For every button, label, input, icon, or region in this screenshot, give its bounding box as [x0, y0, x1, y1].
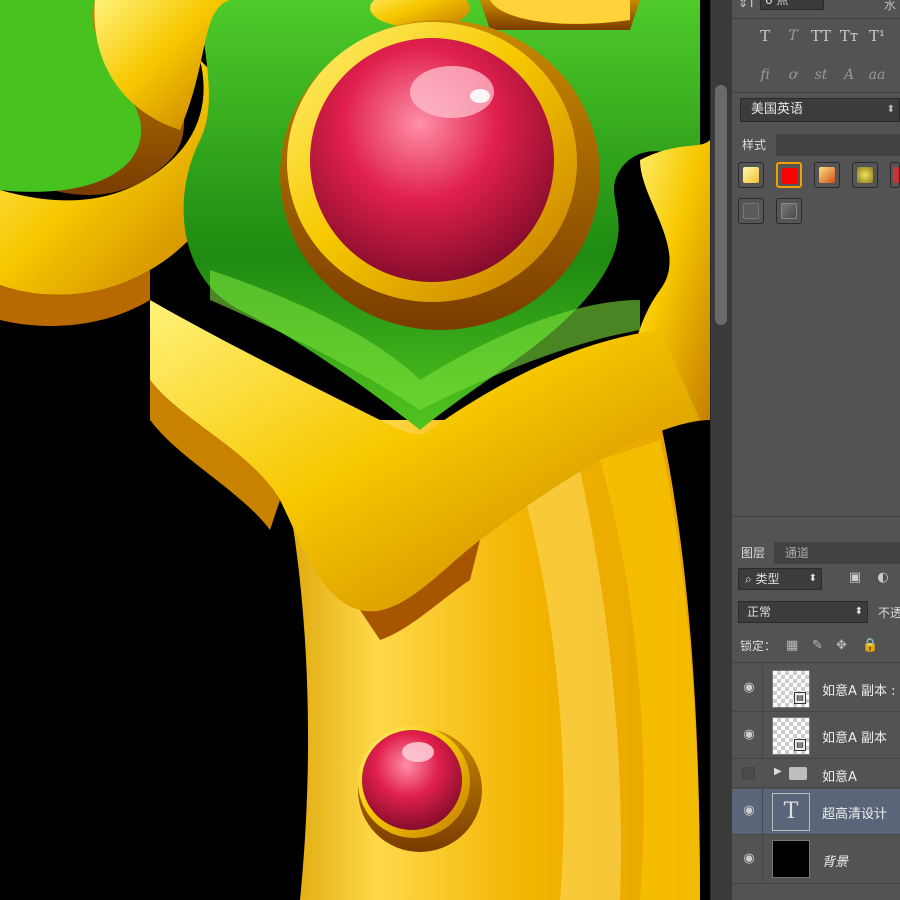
- smart-object-icon: ▤: [794, 739, 806, 751]
- divider: [732, 516, 900, 517]
- layer-name[interactable]: 背景: [822, 851, 848, 870]
- layer-filter-select[interactable]: ⌕ 类型 ⬍: [738, 568, 822, 590]
- opentype-buttons: ﬁ ơ st A aa: [754, 64, 888, 86]
- tab-styles[interactable]: 样式: [732, 134, 777, 156]
- layer-row[interactable]: ◉ ▤ 如意A 副本 :: [732, 666, 900, 712]
- ordinals-button[interactable]: aa: [866, 64, 888, 86]
- all-caps-button[interactable]: TT: [810, 25, 832, 47]
- visibility-toggle[interactable]: [742, 767, 755, 780]
- style-swatch-3[interactable]: [814, 162, 840, 188]
- adjustment-filter-icon[interactable]: ◐: [874, 570, 892, 588]
- layer-name[interactable]: 如意A 副本: [822, 727, 887, 746]
- blend-mode-value: 正常: [747, 605, 772, 619]
- titling-button[interactable]: A: [838, 64, 860, 86]
- layers-panel-tabbar: 图层 通道: [732, 542, 900, 564]
- lock-transparent-icon[interactable]: ▦: [786, 638, 798, 653]
- font-size-input[interactable]: 6 点: [760, 0, 824, 10]
- style-swatch-1[interactable]: [738, 162, 764, 188]
- style-swatch-4[interactable]: [852, 162, 878, 188]
- tab-channels[interactable]: 通道: [776, 542, 818, 564]
- language-select[interactable]: 美国英语 ⬍: [740, 98, 900, 122]
- document-canvas[interactable]: [0, 0, 710, 900]
- filter-value: ⌕ 类型: [745, 572, 780, 586]
- eye-icon[interactable]: ◉: [740, 803, 758, 819]
- lock-pixels-icon[interactable]: ✎: [812, 638, 823, 653]
- divider: [732, 92, 900, 93]
- scrollbar-thumb[interactable]: [715, 85, 727, 325]
- divider: [762, 836, 763, 883]
- style-swatch-5[interactable]: [890, 162, 900, 188]
- divider: [762, 666, 763, 711]
- divider: [732, 662, 900, 663]
- eye-icon[interactable]: ◉: [740, 851, 758, 867]
- layer-group-row[interactable]: ▶ 如意A: [732, 760, 900, 788]
- ruyi-artwork: [0, 0, 710, 900]
- select-arrows-icon: ⬍: [886, 104, 895, 115]
- eye-icon[interactable]: ◉: [740, 680, 758, 696]
- image-filter-icon[interactable]: ▣: [846, 570, 864, 588]
- layer-row-selected[interactable]: ◉ T 超高清设计: [732, 789, 900, 835]
- lock-all-icon[interactable]: 🔒: [862, 638, 878, 653]
- lock-label: 锁定：: [740, 639, 777, 653]
- layer-row[interactable]: ◉ 背景: [732, 836, 900, 884]
- small-caps-button[interactable]: Tт: [838, 25, 860, 47]
- divider: [762, 789, 763, 834]
- eye-icon[interactable]: ◉: [740, 727, 758, 743]
- lock-position-icon[interactable]: ✥: [836, 638, 847, 653]
- blend-mode-select[interactable]: 正常 ⬍: [738, 601, 868, 623]
- text-layer-thumbnail: T: [772, 793, 810, 831]
- select-arrows-icon: ⬍: [854, 606, 863, 617]
- divider: [762, 713, 763, 758]
- smart-object-icon: ▤: [794, 692, 806, 704]
- layer-name[interactable]: 超高清设计: [822, 803, 887, 822]
- folder-icon: [789, 767, 807, 780]
- faux-italic-button[interactable]: T: [782, 25, 804, 47]
- style-swatch-2[interactable]: [776, 162, 802, 188]
- layer-row[interactable]: ◉ ▤ 如意A 副本: [732, 713, 900, 759]
- expand-triangle-icon[interactable]: ▶: [774, 766, 782, 777]
- tab-layers[interactable]: 图层: [732, 542, 775, 564]
- type-style-buttons: T T TT Tт T¹: [754, 25, 888, 47]
- font-size-icon: ⇕T: [738, 0, 756, 10]
- layer-thumbnail: [772, 840, 810, 878]
- faux-bold-button[interactable]: T: [754, 25, 776, 47]
- styles-panel-tabbar: 样式: [732, 134, 900, 156]
- opacity-label: 不透: [878, 606, 900, 620]
- select-arrows-icon: ⬍: [808, 573, 817, 584]
- style-swatch-6[interactable]: [738, 198, 764, 224]
- right-panels: ⇕T 6 点 水 T T TT Tт T¹ ﬁ ơ st A aa 美国英语 ⬍…: [732, 0, 900, 900]
- ligatures-button[interactable]: ﬁ: [754, 64, 776, 86]
- old-style-button[interactable]: ơ: [782, 64, 804, 86]
- superscript-button[interactable]: T¹: [866, 25, 888, 47]
- stylistic-button[interactable]: st: [810, 64, 832, 86]
- layer-name[interactable]: 如意A: [822, 766, 857, 785]
- divider: [732, 18, 900, 19]
- canvas-vertical-scrollbar[interactable]: [710, 0, 732, 900]
- layer-name[interactable]: 如意A 副本 :: [822, 680, 896, 699]
- font-size-row: ⇕T 6 点 水: [732, 0, 900, 14]
- scaling-label: 水: [883, 0, 896, 12]
- style-swatch-7[interactable]: [776, 198, 802, 224]
- language-value: 美国英语: [751, 102, 804, 117]
